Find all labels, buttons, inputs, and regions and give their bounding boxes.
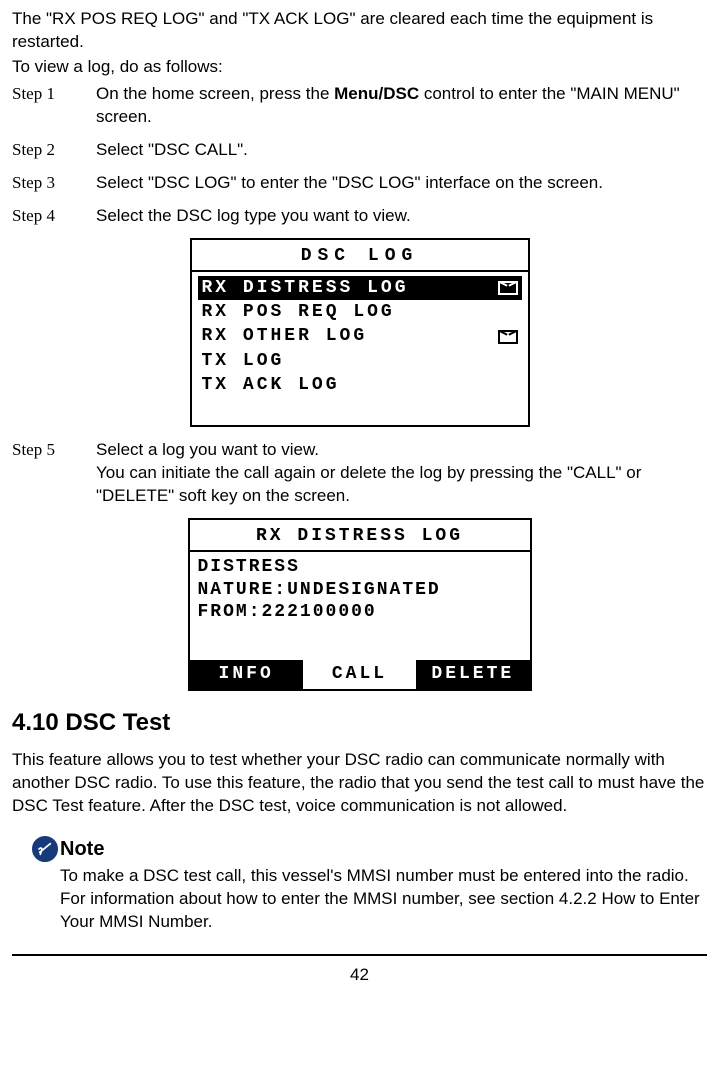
step-text: Select "DSC LOG" to enter the "DSC LOG" … — [96, 172, 707, 195]
softkey-delete: DELETE — [416, 660, 529, 688]
lcd1-row-text: RX OTHER LOG — [202, 324, 368, 348]
softkey-call: CALL — [303, 660, 416, 688]
lcd1-row-text: TX ACK LOG — [202, 373, 340, 397]
lcd1-row: RX POS REQ LOG — [198, 300, 522, 324]
icon-spacer — [498, 305, 518, 319]
lcd1-row-text: RX DISTRESS LOG — [202, 276, 409, 300]
softkey-info: INFO — [190, 660, 303, 688]
lcd1-row-selected: RX DISTRESS LOG — [198, 276, 522, 300]
note-body: To make a DSC test call, this vessel's M… — [32, 865, 707, 934]
step-row: Step 3 Select "DSC LOG" to enter the "DS… — [12, 172, 707, 195]
step-text: Select the DSC log type you want to view… — [96, 205, 707, 228]
step-label: Step 3 — [12, 172, 96, 195]
lcd2-body-line: FROM:222100000 — [198, 601, 522, 624]
steps-list: Step 1 On the home screen, press the Men… — [12, 83, 707, 228]
step-text: On the home screen, press the Menu/DSC c… — [96, 83, 707, 129]
step5-line1: Select a log you want to view. — [96, 439, 707, 462]
icon-spacer — [498, 354, 518, 368]
intro-text-1: The "RX POS REQ LOG" and "TX ACK LOG" ar… — [12, 8, 707, 54]
envelope-icon — [498, 330, 518, 344]
lcd2-softkeys: INFO CALL DELETE — [190, 660, 530, 688]
note-icon — [32, 836, 58, 862]
note-block: Note To make a DSC test call, this vesse… — [32, 836, 707, 934]
envelope-icon — [498, 281, 518, 295]
step-text-bold: Menu/DSC — [334, 84, 419, 103]
icon-spacer — [498, 378, 518, 392]
step-row: Step 2 Select "DSC CALL". — [12, 139, 707, 162]
lcd-screenshot-2: RX DISTRESS LOG DISTRESS NATURE:UNDESIGN… — [12, 518, 707, 691]
step-label: Step 2 — [12, 139, 96, 162]
lcd1-row-text: TX LOG — [202, 349, 285, 373]
intro-text-2: To view a log, do as follows: — [12, 56, 707, 79]
lcd1-row: TX ACK LOG — [198, 373, 522, 397]
step-text: Select "DSC CALL". — [96, 139, 707, 162]
lcd2-body-line: DISTRESS — [198, 556, 522, 579]
step-label: Step 1 — [12, 83, 96, 106]
step-row: Step 1 On the home screen, press the Men… — [12, 83, 707, 129]
lcd-screenshot-1: DSC LOG RX DISTRESS LOG RX POS REQ LOG R… — [12, 238, 707, 428]
lcd1-row-text: RX POS REQ LOG — [202, 300, 395, 324]
note-label: Note — [60, 836, 104, 863]
page-number: 42 — [12, 954, 707, 987]
lcd1-row: TX LOG — [198, 349, 522, 373]
step-text-pre: On the home screen, press the — [96, 84, 334, 103]
step5-line2: You can initiate the call again or delet… — [96, 462, 707, 508]
step-label: Step 4 — [12, 205, 96, 228]
step-text: Select a log you want to view. You can i… — [96, 439, 707, 508]
lcd2-title: RX DISTRESS LOG — [190, 520, 530, 552]
step-row: Step 5 Select a log you want to view. Yo… — [12, 439, 707, 508]
lcd2-body-line: NATURE:UNDESIGNATED — [198, 579, 522, 602]
lcd1-row: RX OTHER LOG — [198, 324, 522, 348]
section-heading: 4.10 DSC Test — [12, 707, 707, 739]
step-row: Step 4 Select the DSC log type you want … — [12, 205, 707, 228]
section-body: This feature allows you to test whether … — [12, 749, 707, 818]
lcd1-title: DSC LOG — [192, 240, 528, 272]
step-label: Step 5 — [12, 439, 96, 462]
